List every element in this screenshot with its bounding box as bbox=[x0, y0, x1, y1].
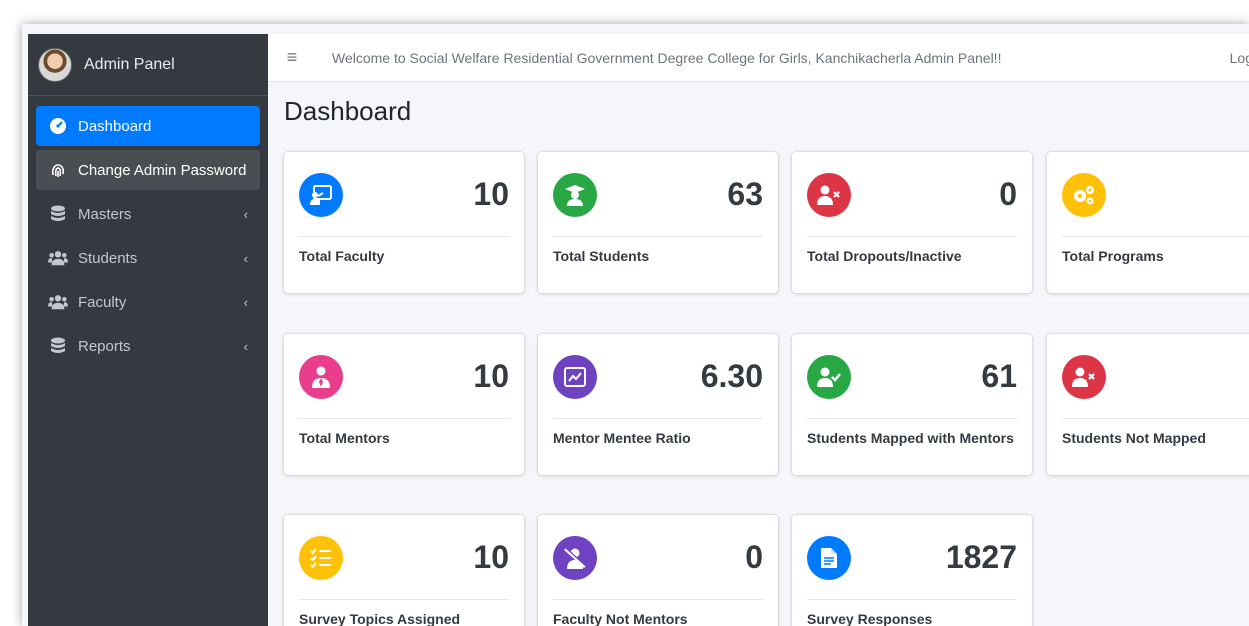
sidebar-item-label: Reports bbox=[78, 337, 131, 355]
user-slash-icon bbox=[553, 536, 597, 580]
cogs-icon bbox=[1062, 173, 1106, 217]
tachometer-icon bbox=[48, 116, 68, 136]
stat-value: 63 bbox=[727, 176, 763, 212]
database-icon bbox=[48, 204, 68, 224]
stat-card-total-programs[interactable]: Total Programs bbox=[1047, 152, 1249, 293]
card-divider bbox=[553, 418, 763, 419]
stat-value: 0 bbox=[999, 176, 1017, 212]
users-icon bbox=[48, 248, 68, 268]
stat-card-total-faculty[interactable]: 10 Total Faculty bbox=[284, 152, 524, 293]
top-navbar: ≡ Welcome to Social Welfare Residential … bbox=[268, 34, 1249, 82]
stat-card-total-mentors[interactable]: 10 Total Mentors bbox=[284, 334, 524, 475]
stat-card-students-not-mapped[interactable]: Students Not Mapped bbox=[1047, 334, 1249, 475]
stat-label: Total Mentors bbox=[299, 430, 390, 446]
card-divider bbox=[807, 236, 1017, 237]
card-divider bbox=[553, 236, 763, 237]
stat-card-faculty-not-mentors[interactable]: 0 Faculty Not Mentors bbox=[538, 515, 778, 626]
stat-card-total-students[interactable]: 63 Total Students bbox=[538, 152, 778, 293]
chalkboard-teacher-icon bbox=[299, 173, 343, 217]
user-tie-icon bbox=[299, 355, 343, 399]
card-divider bbox=[299, 599, 509, 600]
stat-label: Faculty Not Mentors bbox=[553, 611, 688, 626]
sidebar: Admin Panel Dashboard Change Admin Passw… bbox=[28, 34, 268, 626]
sidebar-item-faculty[interactable]: Faculty ‹ bbox=[36, 282, 260, 322]
stat-label: Mentor Mentee Ratio bbox=[553, 430, 691, 446]
stat-card-total-dropouts[interactable]: 0 Total Dropouts/Inactive bbox=[792, 152, 1032, 293]
card-divider bbox=[553, 599, 763, 600]
stat-label: Survey Responses bbox=[807, 611, 933, 626]
tasks-icon bbox=[299, 536, 343, 580]
sidebar-item-label: Students bbox=[78, 249, 138, 267]
user-times-icon bbox=[1062, 355, 1106, 399]
sidebar-item-change-password[interactable]: Change Admin Password bbox=[36, 150, 260, 190]
page-title: Dashboard bbox=[284, 96, 412, 126]
stat-card-survey-topics[interactable]: 10 Survey Topics Assigned bbox=[284, 515, 524, 626]
card-divider bbox=[807, 418, 1017, 419]
users-icon bbox=[48, 292, 68, 312]
sidebar-item-reports[interactable]: Reports ‹ bbox=[36, 326, 260, 366]
stat-card-survey-responses[interactable]: 1827 Survey Responses bbox=[792, 515, 1032, 626]
sidebar-brand[interactable]: Admin Panel bbox=[28, 34, 268, 96]
user-check-icon bbox=[807, 355, 851, 399]
stat-card-mentor-mentee-ratio[interactable]: 6.30 Mentor Mentee Ratio bbox=[538, 334, 778, 475]
stat-value: 10 bbox=[473, 358, 509, 394]
chevron-left-icon: ‹ bbox=[243, 294, 248, 310]
brand-title: Admin Panel bbox=[84, 55, 175, 73]
avatar bbox=[38, 47, 72, 82]
stat-label: Survey Topics Assigned bbox=[299, 611, 461, 626]
card-divider bbox=[1062, 418, 1249, 419]
card-divider bbox=[807, 599, 1017, 600]
fingerprint-icon bbox=[48, 160, 68, 180]
stat-label: Total Faculty bbox=[299, 248, 385, 264]
chevron-left-icon: ‹ bbox=[243, 206, 248, 222]
sidebar-item-label: Faculty bbox=[78, 293, 127, 311]
stat-label: Total Dropouts/Inactive bbox=[807, 248, 962, 264]
database-icon bbox=[48, 336, 68, 356]
stat-value: 10 bbox=[473, 176, 509, 212]
card-divider bbox=[299, 236, 509, 237]
card-divider bbox=[1062, 236, 1249, 237]
menu-toggle-button[interactable]: ≡ bbox=[268, 47, 316, 68]
stat-value: 10 bbox=[473, 539, 509, 575]
stat-label: Total Students bbox=[553, 248, 650, 264]
welcome-message: Welcome to Social Welfare Residential Go… bbox=[332, 49, 1002, 66]
stat-value: 61 bbox=[981, 358, 1017, 394]
chevron-left-icon: ‹ bbox=[243, 338, 248, 354]
chart-line-icon bbox=[553, 355, 597, 399]
stat-value: 1827 bbox=[945, 539, 1017, 575]
sidebar-item-dashboard[interactable]: Dashboard bbox=[36, 106, 260, 146]
app-window: Admin Panel Dashboard Change Admin Passw… bbox=[22, 24, 1249, 626]
sidebar-item-label: Masters bbox=[78, 205, 132, 223]
chevron-left-icon: ‹ bbox=[243, 250, 248, 266]
sidebar-item-masters[interactable]: Masters ‹ bbox=[36, 194, 260, 234]
logout-link[interactable]: Log bbox=[1230, 50, 1249, 66]
card-divider bbox=[299, 418, 509, 419]
sidebar-item-label: Dashboard bbox=[78, 117, 152, 135]
sidebar-nav: Dashboard Change Admin Password Masters … bbox=[28, 96, 268, 380]
stat-label: Students Mapped with Mentors bbox=[807, 430, 1014, 446]
stat-card-students-mapped[interactable]: 61 Students Mapped with Mentors bbox=[792, 334, 1032, 475]
file-icon bbox=[807, 536, 851, 580]
stat-label: Total Programs bbox=[1062, 248, 1164, 264]
stat-value: 6.30 bbox=[700, 358, 763, 394]
stat-label: Students Not Mapped bbox=[1062, 430, 1206, 446]
sidebar-item-label: Change Admin Password bbox=[78, 161, 247, 179]
stat-value: 0 bbox=[745, 539, 763, 575]
sidebar-item-students[interactable]: Students ‹ bbox=[36, 238, 260, 278]
graduate-icon bbox=[553, 173, 597, 217]
user-times-icon bbox=[807, 173, 851, 217]
